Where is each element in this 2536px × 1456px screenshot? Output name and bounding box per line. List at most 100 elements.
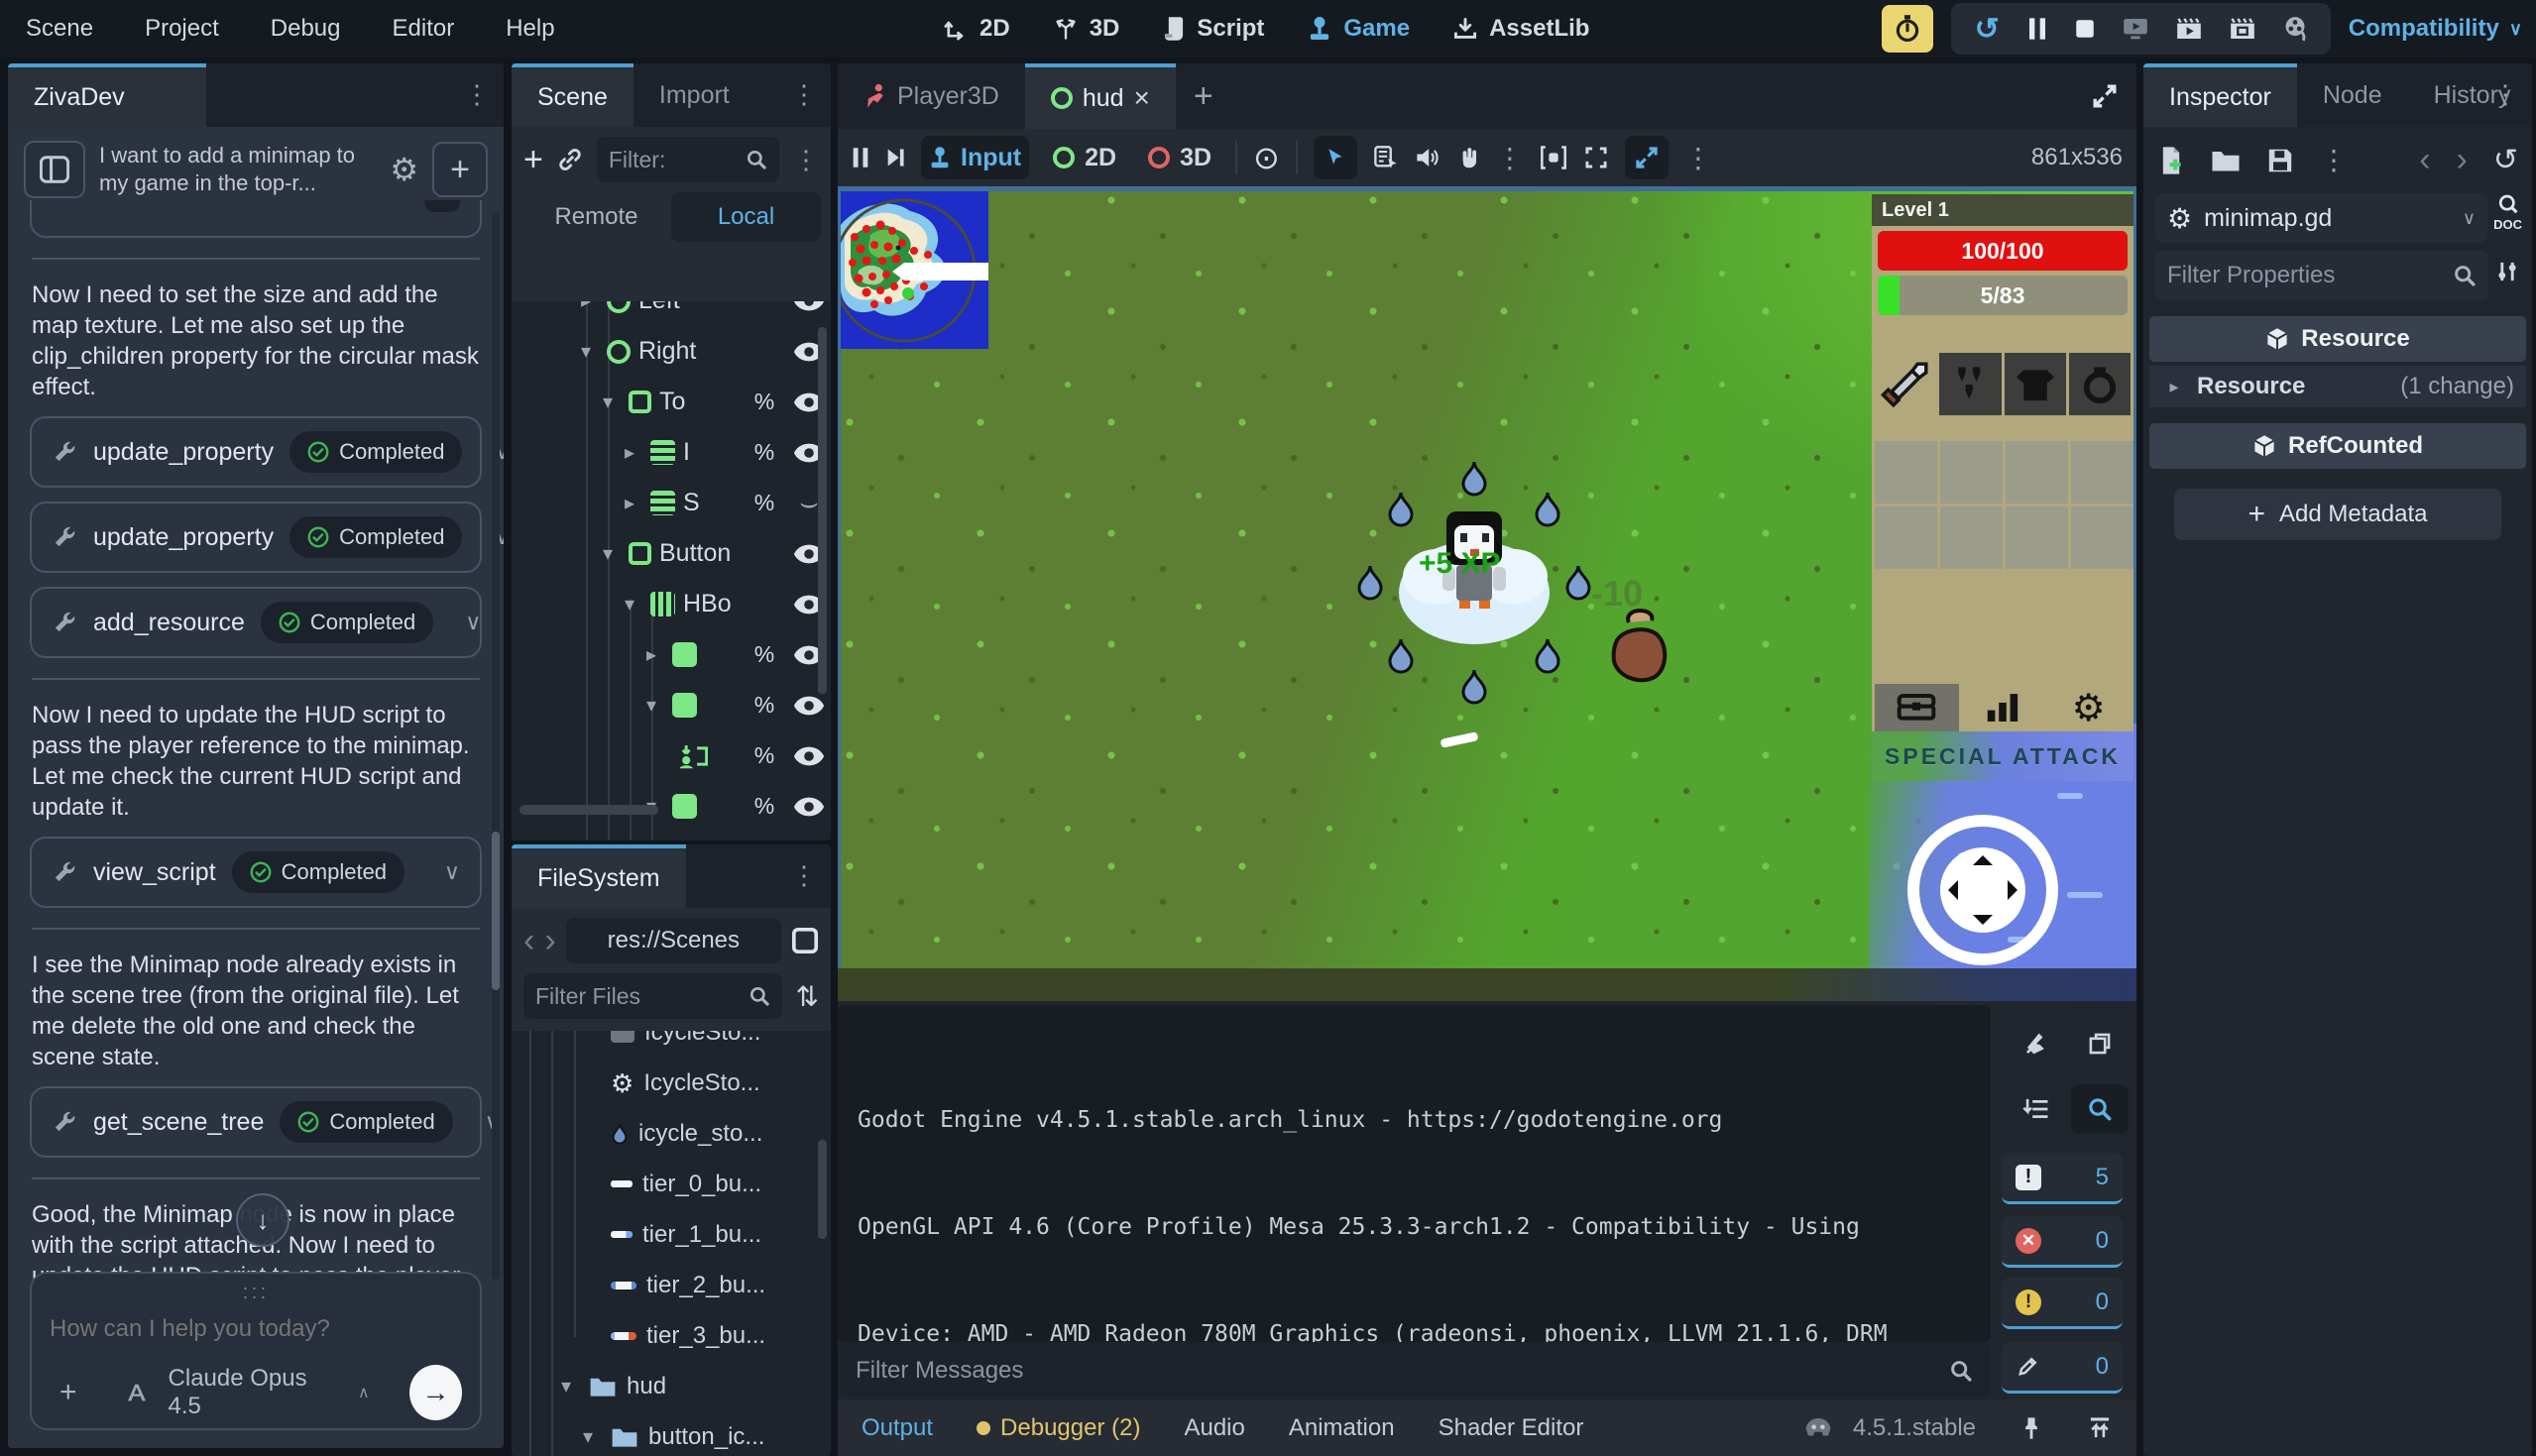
- scene-filter-input[interactable]: [609, 147, 738, 173]
- visibility-eye-icon[interactable]: [787, 796, 831, 818]
- conversation-title[interactable]: I want to add a minimap to my game in th…: [99, 142, 376, 197]
- node-label[interactable]: S: [683, 489, 700, 517]
- tool-call-card[interactable]: add_resource Completed ∨: [30, 587, 482, 658]
- chat-input-box[interactable]: ······ + Claude Opus 4.5 ∧ →: [30, 1272, 482, 1430]
- game-viewport[interactable]: +5 XP -10 Level 1 100/100: [838, 188, 2136, 1001]
- stop-icon[interactable]: [2075, 19, 2095, 39]
- tab-import[interactable]: Import: [634, 63, 755, 127]
- workspace-assetlib[interactable]: AssetLib: [1453, 15, 1589, 43]
- stats-tab-button[interactable]: [1961, 684, 2045, 731]
- edited-object-label[interactable]: minimap.gd: [2204, 204, 2451, 233]
- chat-scrollbar[interactable]: [492, 212, 500, 1280]
- panel-menu-icon[interactable]: ⋮: [2492, 79, 2518, 110]
- visibility-eye-icon[interactable]: [787, 695, 831, 717]
- load-resource-folder-icon[interactable]: [2211, 149, 2241, 172]
- section-resource[interactable]: Resource: [2149, 316, 2526, 362]
- file-label[interactable]: tier_0_bu...: [642, 1171, 761, 1198]
- physics-glove-icon[interactable]: [1456, 146, 1480, 169]
- workspace-game[interactable]: Game: [1308, 15, 1410, 43]
- panel-menu-icon[interactable]: ⋮: [464, 79, 490, 110]
- virtual-joystick-knob[interactable]: [1940, 847, 2025, 933]
- edit-count-toggle[interactable]: 0: [2002, 1342, 2123, 1394]
- local-toggle[interactable]: Local: [671, 192, 821, 242]
- new-chat-button[interactable]: +: [432, 142, 488, 197]
- expand-icon[interactable]: ▸: [617, 440, 642, 465]
- tab-node[interactable]: Node: [2297, 63, 2408, 127]
- bottom-tab-shader[interactable]: Shader Editor: [1439, 1414, 1584, 1442]
- resource-group-row[interactable]: ▸ Resource (1 change): [2149, 366, 2526, 407]
- chevron-down-icon[interactable]: ∨: [444, 859, 460, 885]
- remote-toggle[interactable]: Remote: [521, 192, 671, 242]
- bottom-tab-audio[interactable]: Audio: [1184, 1414, 1244, 1442]
- camera-override-icon[interactable]: [1540, 145, 1567, 170]
- tool-call-card[interactable]: update_property Completed ∨: [30, 416, 482, 488]
- tab-inspector[interactable]: Inspector: [2143, 63, 2297, 127]
- bottom-tab-animation[interactable]: Animation: [1289, 1414, 1395, 1442]
- settings-tab-button[interactable]: ⚙: [2046, 684, 2131, 731]
- expand-icon[interactable]: ▾: [573, 339, 599, 364]
- panel-menu-icon[interactable]: ⋮: [793, 145, 819, 175]
- stretch-mode-button[interactable]: [1625, 136, 1669, 179]
- history-forward-icon[interactable]: ›: [2457, 141, 2468, 179]
- node-label[interactable]: I: [683, 438, 690, 467]
- equip-slot-arrows[interactable]: [1939, 353, 2001, 415]
- expand-icon[interactable]: ▾: [638, 693, 664, 718]
- fit-window-icon[interactable]: [1583, 145, 1609, 170]
- workspace-2d[interactable]: 2D: [944, 15, 1010, 43]
- play-movie-icon[interactable]: [2176, 17, 2202, 41]
- expand-icon[interactable]: ▾: [553, 1374, 579, 1399]
- open-docs-icon[interactable]: DOC: [2493, 194, 2522, 234]
- history-back-icon[interactable]: ‹: [2419, 141, 2430, 179]
- expand-icon[interactable]: ▸: [617, 491, 642, 515]
- sort-icon[interactable]: ⇅: [796, 980, 819, 1013]
- tool-call-card[interactable]: update_property Completed ∨: [30, 502, 482, 573]
- pause-icon[interactable]: [2027, 17, 2047, 41]
- sidebar-toggle-button[interactable]: [24, 141, 85, 198]
- menu-debug[interactable]: Debug: [245, 15, 367, 43]
- node-label[interactable]: To: [659, 388, 685, 416]
- tab-hud[interactable]: hud ×: [1025, 63, 1176, 129]
- scene-tree-hscrollbar[interactable]: [519, 805, 658, 815]
- chat-input[interactable]: [50, 1315, 462, 1343]
- play-remote-icon[interactable]: [2123, 17, 2148, 41]
- file-label[interactable]: tier_3_bu...: [646, 1322, 765, 1350]
- inventory-tab-button[interactable]: [1875, 684, 1959, 731]
- nav-forward-icon[interactable]: ›: [544, 922, 555, 960]
- bottom-tab-debugger[interactable]: Debugger (2): [977, 1414, 1140, 1442]
- unique-name-icon[interactable]: %: [749, 490, 779, 516]
- unique-name-icon[interactable]: %: [749, 742, 779, 769]
- close-tab-icon[interactable]: ×: [1134, 82, 1150, 114]
- expand-icon[interactable]: ▸: [573, 301, 599, 313]
- resource-options-icon[interactable]: ⋮: [2320, 144, 2348, 176]
- workspace-script[interactable]: Script: [1163, 15, 1264, 43]
- model-selector[interactable]: Claude Opus 4.5: [169, 1365, 338, 1420]
- send-button[interactable]: →: [409, 1365, 462, 1420]
- equip-slot-armor[interactable]: [2005, 353, 2066, 415]
- focus-target-icon[interactable]: ⊙: [1253, 139, 1280, 176]
- menu-editor[interactable]: Editor: [367, 15, 481, 43]
- add-metadata-button[interactable]: + Add Metadata: [2174, 489, 2501, 540]
- error-count-toggle[interactable]: !5: [2002, 1153, 2123, 1204]
- movie-maker-toggle[interactable]: [1882, 5, 1933, 53]
- object-history-icon[interactable]: ↺: [2493, 143, 2518, 177]
- tab-scene[interactable]: Scene: [512, 63, 634, 127]
- filter-properties-input[interactable]: [2167, 262, 2441, 289]
- expand-bottom-panel-icon[interactable]: [2087, 1415, 2113, 1441]
- film-reel-icon[interactable]: [2283, 16, 2307, 42]
- bottom-tab-output[interactable]: Output: [862, 1414, 933, 1442]
- file-label[interactable]: IcycleSto...: [643, 1069, 759, 1097]
- next-frame-icon[interactable]: [885, 147, 905, 168]
- 2d-mode-button[interactable]: 2D: [1045, 136, 1124, 179]
- node-label[interactable]: Right: [638, 337, 696, 366]
- warning-count-toggle[interactable]: !0: [2002, 1278, 2123, 1329]
- search-output-icon[interactable]: [2071, 1084, 2129, 1134]
- file-label[interactable]: IcycleSto...: [644, 1031, 760, 1047]
- equip-slot-sword[interactable]: [1875, 353, 1936, 415]
- section-refcounted[interactable]: RefCounted: [2149, 423, 2526, 469]
- file-label[interactable]: tier_1_bu...: [642, 1221, 761, 1249]
- attach-plus-icon[interactable]: +: [50, 1376, 77, 1409]
- folder-label[interactable]: hud: [627, 1373, 666, 1400]
- workspace-3d[interactable]: 3D: [1054, 15, 1120, 43]
- select-list-icon[interactable]: [1373, 145, 1399, 170]
- panel-menu-icon[interactable]: ⋮: [791, 79, 817, 110]
